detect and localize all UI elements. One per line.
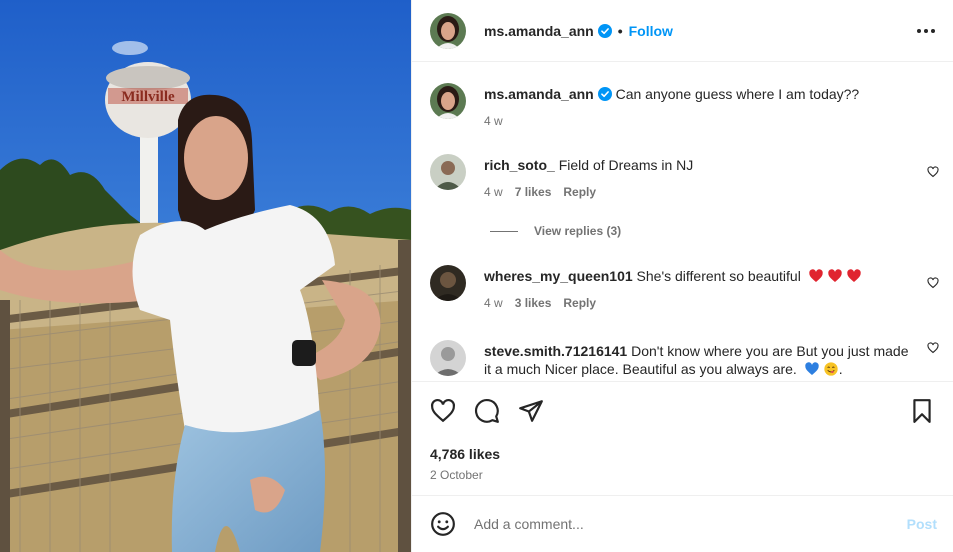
comment-row: wheres_my_queen101 She's different so be… [430, 265, 939, 312]
comment-age: 4 w [484, 296, 503, 310]
comment-likes[interactable]: 7 likes [515, 183, 552, 201]
more-options-icon[interactable] [915, 23, 937, 39]
commenter-username[interactable]: wheres_my_queen101 [484, 268, 633, 284]
add-comment-bar: Post [412, 495, 953, 552]
post-actions: 4,786 likes 2 October [412, 381, 953, 482]
comment-row: steve.smith.71216141 Don't know where yo… [430, 340, 939, 378]
action-icons [430, 398, 935, 424]
emoji-icon[interactable] [430, 511, 456, 537]
caption-row: ms.amanda_ann Can anyone guess where I a… [430, 83, 939, 130]
verified-badge-icon [597, 87, 612, 101]
comments-list[interactable]: ms.amanda_ann Can anyone guess where I a… [412, 63, 953, 381]
comment-text: Field of Dreams in NJ [558, 157, 694, 173]
view-replies-line [490, 230, 518, 232]
caption-text: Can anyone guess where I am today?? [615, 86, 860, 102]
blue-heart-icon [804, 362, 819, 375]
view-replies-label: View replies (3) [534, 224, 622, 238]
author-username[interactable]: ms.amanda_ann [484, 23, 594, 39]
share-icon[interactable] [518, 398, 544, 424]
comment-age: 4 w [484, 185, 503, 199]
view-replies-button[interactable]: View replies (3) [490, 224, 621, 238]
follow-button[interactable]: Follow [629, 23, 673, 39]
caption-age: 4 w [484, 114, 503, 128]
comment-icon[interactable] [474, 398, 500, 424]
verified-badge-icon [597, 23, 612, 38]
comment-likes[interactable]: 3 likes [515, 294, 552, 312]
caption-username[interactable]: ms.amanda_ann [484, 86, 594, 102]
author-avatar[interactable] [430, 83, 466, 119]
commenter-username[interactable]: rich_soto_ [484, 157, 555, 173]
likes-count[interactable]: 4,786 likes [430, 446, 935, 462]
post-header: ms.amanda_ann • Follow [412, 0, 953, 62]
red-heart-icon [809, 269, 823, 282]
small-heart-icon[interactable] [927, 166, 939, 178]
comment-row: rich_soto_ Field of Dreams in NJ 4 w 7 l… [430, 154, 939, 201]
commenter-avatar[interactable] [430, 265, 466, 301]
commenter-username[interactable]: steve.smith.71216141 [484, 343, 627, 359]
author-avatar[interactable] [430, 12, 466, 49]
small-heart-icon[interactable] [927, 342, 939, 354]
comment-text: She's different so beautiful [636, 268, 801, 284]
commenter-avatar[interactable] [430, 340, 466, 376]
commenter-avatar[interactable] [430, 154, 466, 190]
red-heart-icon [828, 269, 842, 282]
tower-text: Millville [121, 89, 175, 105]
separator-dot: • [617, 22, 623, 39]
comment-trailing: . [838, 361, 843, 377]
like-icon[interactable] [430, 398, 456, 424]
post-photo[interactable]: Millville [0, 0, 411, 552]
post-panel: ms.amanda_ann • Follow ms.amanda_ann Can… [411, 0, 953, 552]
post-date: 2 October [430, 468, 483, 482]
comment-input[interactable] [474, 516, 907, 532]
yum-face-icon [824, 362, 838, 376]
reply-button[interactable]: Reply [563, 294, 596, 312]
reply-button[interactable]: Reply [563, 183, 596, 201]
small-heart-icon[interactable] [927, 277, 939, 289]
save-icon[interactable] [909, 398, 935, 424]
post-comment-button[interactable]: Post [907, 516, 937, 532]
red-heart-icon [847, 269, 861, 282]
